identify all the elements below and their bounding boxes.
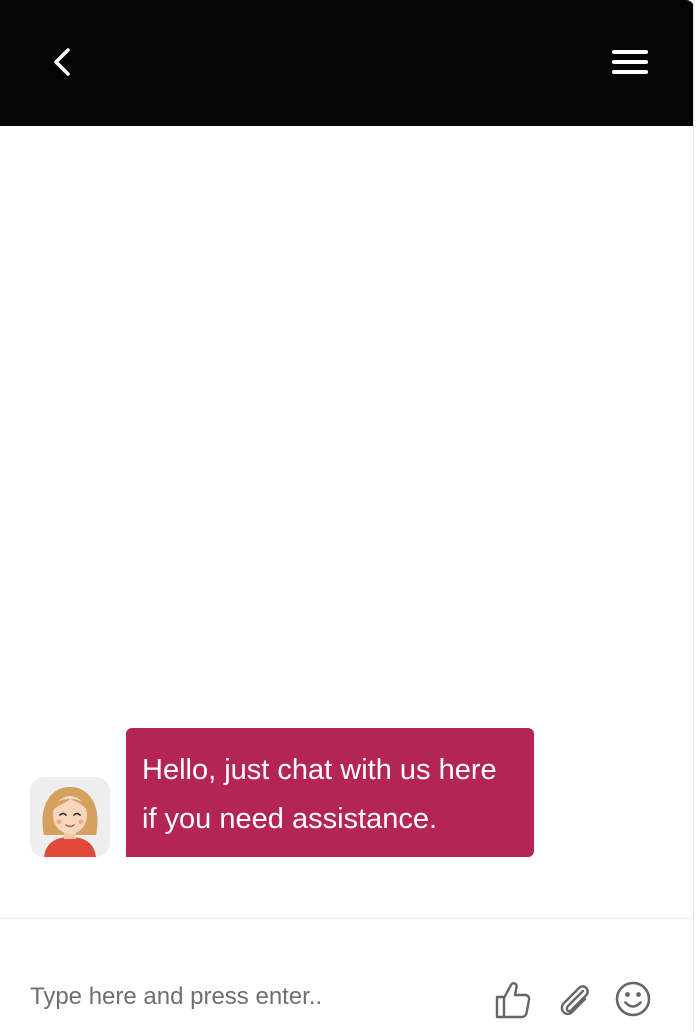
smiley-icon bbox=[615, 981, 651, 1017]
agent-avatar bbox=[30, 777, 110, 857]
message-composer bbox=[0, 918, 693, 1032]
back-button[interactable] bbox=[42, 40, 82, 84]
agent-avatar-icon bbox=[42, 787, 98, 857]
menu-button[interactable] bbox=[608, 44, 652, 80]
attach-file-button[interactable] bbox=[555, 977, 595, 1021]
chat-widget: Hello, just chat with us here if you nee… bbox=[0, 0, 694, 1032]
emoji-button[interactable] bbox=[613, 977, 653, 1021]
paperclip-icon bbox=[560, 985, 589, 1016]
hamburger-menu-icon bbox=[612, 50, 648, 74]
message-input[interactable] bbox=[30, 977, 460, 1017]
message-list[interactable]: Hello, just chat with us here if you nee… bbox=[0, 126, 693, 918]
chevron-left-icon bbox=[54, 48, 70, 76]
thumbs-up-button[interactable] bbox=[492, 977, 532, 1021]
chat-header bbox=[0, 0, 693, 126]
message-text: Hello, just chat with us here if you nee… bbox=[142, 754, 497, 835]
thumbs-up-icon bbox=[495, 982, 531, 1019]
agent-message-bubble: Hello, just chat with us here if you nee… bbox=[126, 728, 534, 857]
